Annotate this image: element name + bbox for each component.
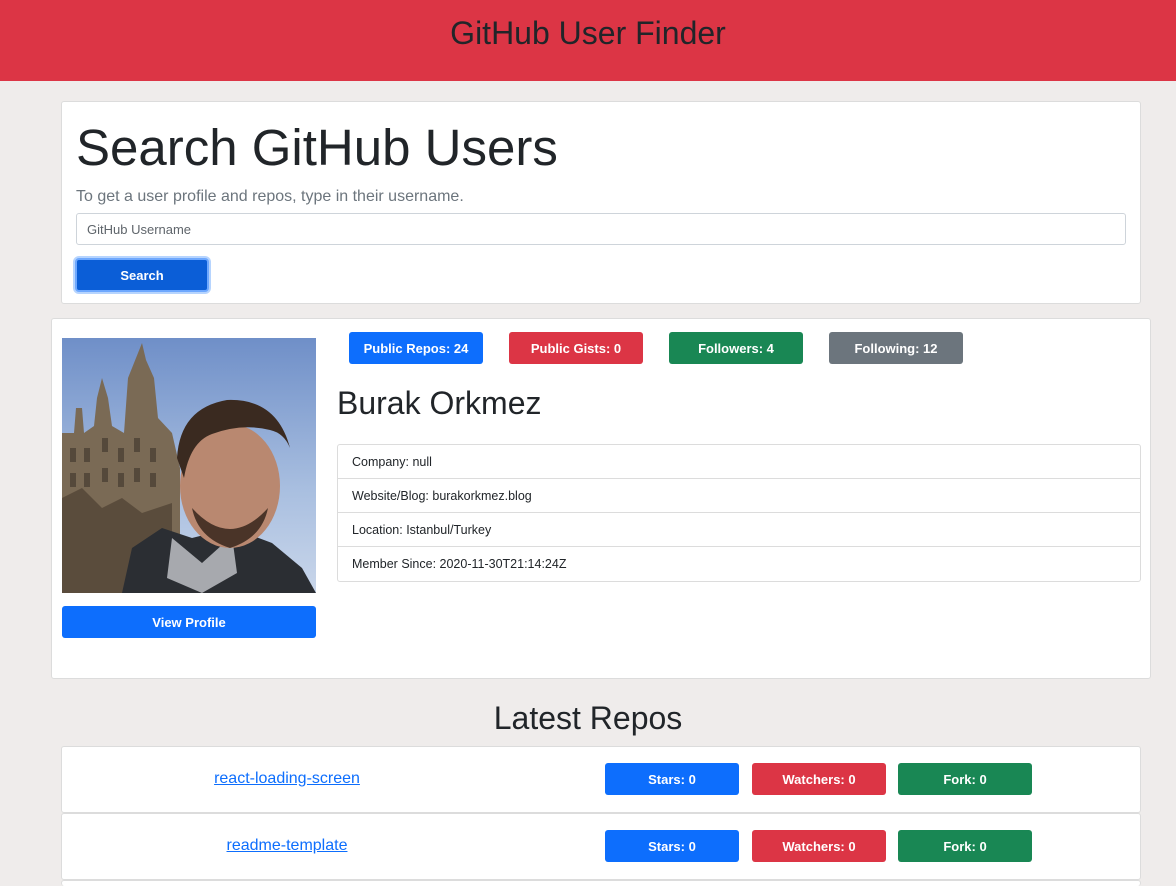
- username-input[interactable]: [76, 213, 1126, 245]
- repo-card-partial: [61, 880, 1141, 886]
- repo-card: react-loading-screen Stars: 0 Watchers: …: [61, 746, 1141, 813]
- search-title: Search GitHub Users: [76, 119, 558, 176]
- avatar: [62, 338, 316, 593]
- watchers-badge: Watchers: 0: [752, 763, 886, 795]
- public-gists-badge: Public Gists: 0: [509, 332, 643, 364]
- stars-badge: Stars: 0: [605, 763, 739, 795]
- company-item: Company: null: [338, 445, 1140, 479]
- public-repos-badge: Public Repos: 24: [349, 332, 483, 364]
- location-item: Location: Istanbul/Turkey: [338, 513, 1140, 547]
- avatar-photo: [62, 338, 316, 593]
- app-title: GitHub User Finder: [450, 15, 726, 51]
- repo-card: readme-template Stars: 0 Watchers: 0 For…: [61, 813, 1141, 880]
- app-header: GitHub User Finder: [0, 0, 1176, 81]
- following-badge: Following: 12: [829, 332, 963, 364]
- view-profile-button[interactable]: View Profile: [62, 606, 316, 638]
- search-panel: Search GitHub Users To get a user profil…: [61, 101, 1141, 304]
- repo-link[interactable]: react-loading-screen: [62, 770, 512, 788]
- watchers-badge: Watchers: 0: [752, 830, 886, 862]
- stars-badge: Stars: 0: [605, 830, 739, 862]
- latest-repos-title: Latest Repos: [493, 700, 683, 736]
- member-since-item: Member Since: 2020-11-30T21:14:24Z: [352, 557, 567, 571]
- user-details-list: Company: null Website/Blog: burakorkmez.…: [337, 444, 1141, 582]
- profile-card: View Profile Public Repos: 24 Public Gis…: [51, 318, 1151, 679]
- user-name: Burak Orkmez: [337, 385, 542, 421]
- search-button[interactable]: Search: [75, 258, 209, 292]
- forks-badge: Fork: 0: [898, 830, 1032, 862]
- followers-badge: Followers: 4: [669, 332, 803, 364]
- forks-badge: Fork: 0: [898, 763, 1032, 795]
- website-item: Website/Blog: burakorkmez.blog: [338, 479, 1140, 513]
- repo-link[interactable]: readme-template: [62, 837, 512, 855]
- search-subtitle: To get a user profile and repos, type in…: [76, 188, 464, 205]
